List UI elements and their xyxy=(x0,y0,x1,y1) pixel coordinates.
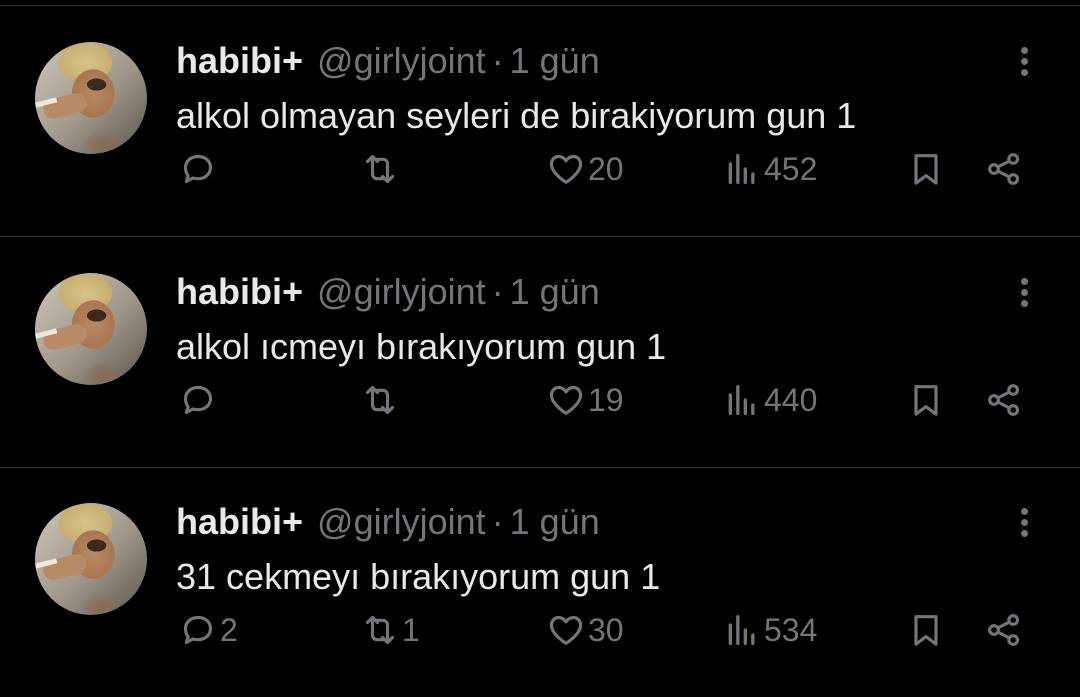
bookmark-icon xyxy=(914,154,938,185)
bookmark-button[interactable] xyxy=(906,375,946,425)
display-name[interactable]: habibi+ xyxy=(176,271,303,312)
more-options-icon[interactable] xyxy=(1008,505,1040,545)
view-count: 440 xyxy=(764,381,818,418)
bar-chart-icon xyxy=(728,615,755,645)
tweet-text: 31 cekmeyı bırakıyorum gun 1 xyxy=(176,556,661,597)
retweet-count: 1 xyxy=(402,611,420,648)
bar-chart-icon xyxy=(728,154,755,184)
speech-bubble-icon xyxy=(183,385,213,415)
speech-bubble-icon xyxy=(183,154,213,184)
avatar[interactable] xyxy=(35,273,147,385)
repost-arrows-icon xyxy=(365,615,395,645)
share-button[interactable] xyxy=(984,144,1024,194)
tweet-actions: 20 452 xyxy=(0,144,1080,194)
heart-icon xyxy=(549,615,583,645)
views-button[interactable]: 534 xyxy=(722,605,817,655)
like-count: 30 xyxy=(588,611,624,648)
retweet-button[interactable] xyxy=(360,375,402,425)
speech-bubble-icon xyxy=(183,615,213,645)
user-handle[interactable]: @girlyjoint xyxy=(317,501,486,542)
avatar[interactable] xyxy=(35,503,147,615)
bookmark-icon xyxy=(914,385,938,416)
tweet-text: alkol ıcmeyı bırakıyorum gun 1 xyxy=(176,326,667,367)
like-count: 20 xyxy=(588,150,624,187)
views-button[interactable]: 440 xyxy=(722,375,817,425)
user-handle[interactable]: @girlyjoint xyxy=(317,40,486,81)
avatar[interactable] xyxy=(35,42,147,154)
like-button[interactable]: 30 xyxy=(546,605,624,655)
share-nodes-icon xyxy=(988,614,1020,646)
repost-arrows-icon xyxy=(365,385,395,415)
share-nodes-icon xyxy=(988,384,1020,416)
reply-button[interactable]: 2 xyxy=(178,605,238,655)
views-button[interactable]: 452 xyxy=(722,144,817,194)
share-button[interactable] xyxy=(984,605,1024,655)
tweet-actions: 2 1 30 534 xyxy=(0,605,1080,655)
view-count: 452 xyxy=(764,150,818,187)
tweet-header: habibi+ @girlyjoint · 1 gün xyxy=(176,36,600,86)
share-button[interactable] xyxy=(984,375,1024,425)
timestamp[interactable]: 1 gün xyxy=(510,501,600,542)
bar-chart-icon xyxy=(728,385,755,415)
share-nodes-icon xyxy=(988,153,1020,185)
tweet-header: habibi+ @girlyjoint · 1 gün xyxy=(176,267,600,317)
bookmark-button[interactable] xyxy=(906,144,946,194)
reply-count: 2 xyxy=(220,611,238,648)
timestamp[interactable]: 1 gün xyxy=(510,271,600,312)
bookmark-icon xyxy=(914,615,938,646)
view-count: 534 xyxy=(764,611,818,648)
tweet[interactable]: habibi+ @girlyjoint · 1 gün alkol olmayan s… xyxy=(0,6,1080,236)
tweet[interactable]: habibi+ @girlyjoint · 1 gün 31 cekmeyı bıra… xyxy=(0,467,1080,697)
display-name[interactable]: habibi+ xyxy=(176,40,303,81)
bookmark-button[interactable] xyxy=(906,605,946,655)
timestamp[interactable]: 1 gün xyxy=(510,40,600,81)
separator-dot: · xyxy=(491,271,504,312)
like-count: 19 xyxy=(588,381,624,418)
retweet-button[interactable]: 1 xyxy=(360,605,420,655)
like-button[interactable]: 19 xyxy=(546,375,624,425)
like-button[interactable]: 20 xyxy=(546,144,624,194)
repost-arrows-icon xyxy=(365,154,395,184)
timeline-feed: habibi+ @girlyjoint · 1 gün alkol olmayan s… xyxy=(0,0,1080,696)
display-name[interactable]: habibi+ xyxy=(176,501,303,542)
tweet-header: habibi+ @girlyjoint · 1 gün xyxy=(176,497,600,547)
more-options-icon[interactable] xyxy=(1008,44,1040,84)
user-handle[interactable]: @girlyjoint xyxy=(317,271,486,312)
tweet-actions: 19 440 xyxy=(0,375,1080,425)
reply-button[interactable] xyxy=(178,375,220,425)
tweet[interactable]: habibi+ @girlyjoint · 1 gün alkol ıcmeyı bı… xyxy=(0,237,1080,467)
reply-button[interactable] xyxy=(178,144,220,194)
tweet-text: alkol olmayan seyleri de birakiyorum gun… xyxy=(176,95,857,136)
separator-dot: · xyxy=(491,501,504,542)
heart-icon xyxy=(549,385,583,415)
separator-dot: · xyxy=(491,40,504,81)
more-options-icon[interactable] xyxy=(1008,275,1040,315)
heart-icon xyxy=(549,154,583,184)
retweet-button[interactable] xyxy=(360,144,402,194)
